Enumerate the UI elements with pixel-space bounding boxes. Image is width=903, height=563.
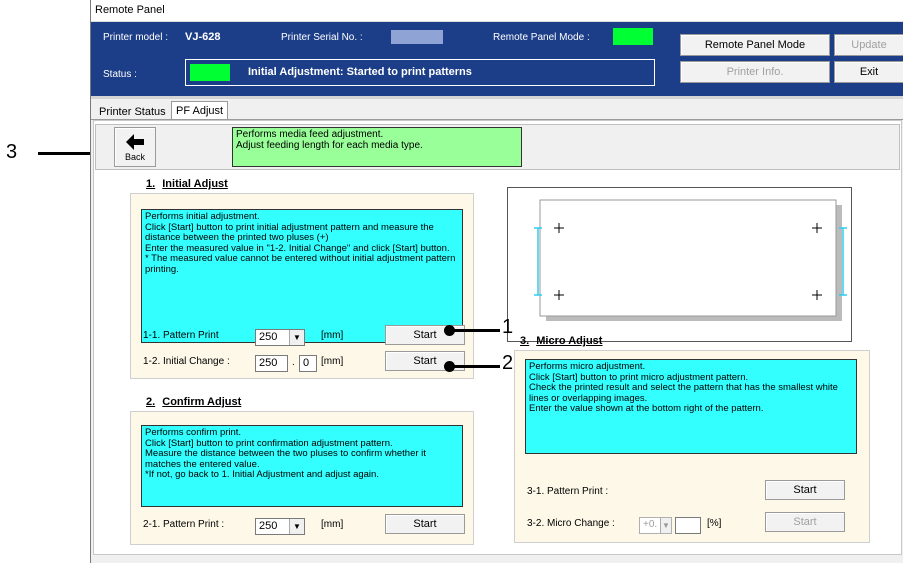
callout-3: 3 — [6, 141, 18, 163]
initial-change-dec-input[interactable]: 0 — [299, 355, 317, 372]
window-title: Remote Panel — [95, 4, 165, 16]
confirm-adjust-panel: Performs confirm print. Click [Start] bu… — [130, 411, 474, 545]
status-label: Status : — [103, 69, 137, 80]
micro-change-value: +0. — [643, 519, 658, 530]
callout-2-line — [448, 365, 500, 368]
remote-panel-mode-button[interactable]: Remote Panel Mode — [680, 34, 830, 56]
initial-adjust-number: 1. — [146, 178, 156, 190]
confirm-adjust-description: Performs confirm print. Click [Start] bu… — [141, 425, 463, 507]
initial-pattern-print-value: 250 — [259, 331, 278, 343]
title-bar: Remote Panel — [91, 0, 903, 22]
back-label: Back — [124, 152, 145, 162]
printer-info-bar: Printer model : VJ-628 Printer Serial No… — [91, 22, 903, 96]
separator — [91, 96, 903, 99]
initial-pattern-print-select[interactable]: 250 ▼ — [255, 329, 305, 346]
callout-1-line — [448, 329, 500, 332]
confirm-adjust-number: 2. — [146, 396, 156, 408]
back-button[interactable]: Back — [114, 127, 156, 167]
pf-adjust-page: Back Performs media feed adjustment. Adj… — [93, 120, 902, 555]
chevron-down-icon[interactable]: ▼ — [660, 518, 671, 533]
initial-adjust-title: 1. Initial Adjust — [146, 178, 228, 190]
status-frame: Initial Adjustment: Started to print pat… — [185, 59, 655, 86]
pattern-diagram — [507, 187, 852, 342]
initial-pattern-print-label: 1-1. Pattern Print — [143, 330, 219, 341]
confirm-pattern-print-value: 250 — [259, 520, 278, 532]
header-description: Performs media feed adjustment. Adjust f… — [232, 127, 522, 167]
serial-value-redacted — [391, 30, 443, 44]
initial-adjust-description: Performs initial adjustment. Click [Star… — [141, 209, 463, 343]
initial-adjust-panel: Performs initial adjustment. Click [Star… — [130, 193, 474, 379]
chevron-down-icon[interactable]: ▼ — [289, 519, 304, 534]
confirm-pattern-print-select[interactable]: 250 ▼ — [255, 518, 305, 535]
confirm-pattern-print-start-button[interactable]: Start — [385, 514, 465, 534]
callout-2: 2 — [502, 352, 514, 374]
micro-adjust-heading: Micro Adjust — [536, 335, 603, 347]
micro-adjust-title: 3. Micro Adjust — [520, 335, 602, 347]
micro-change-start-button[interactable]: Start — [765, 512, 845, 532]
micro-change-select[interactable]: +0. ▼ — [639, 517, 672, 534]
micro-change-unit: [%] — [707, 518, 722, 529]
initial-change-unit: [mm] — [321, 356, 344, 367]
printer-info-button[interactable]: Printer Info. — [680, 61, 830, 83]
confirm-adjust-heading: Confirm Adjust — [162, 396, 242, 408]
left-arrow-icon — [126, 134, 144, 150]
chevron-down-icon[interactable]: ▼ — [289, 330, 304, 345]
remote-mode-label: Remote Panel Mode : — [493, 32, 590, 43]
pattern-diagram-drawing — [534, 199, 847, 321]
status-text: Initial Adjustment: Started to print pat… — [248, 66, 472, 78]
serial-label: Printer Serial No. : — [281, 32, 363, 43]
status-indicator — [190, 64, 230, 81]
initial-change-label: 1-2. Initial Change : — [143, 356, 230, 367]
micro-adjust-description: Performs micro adjustment. Click [Start]… — [525, 359, 857, 454]
tab-pf-adjust[interactable]: PF Adjust — [171, 101, 229, 120]
confirm-pattern-print-label: 2-1. Pattern Print : — [143, 519, 225, 530]
micro-pattern-print-start-button[interactable]: Start — [765, 480, 845, 500]
initial-change-dot: . — [292, 357, 295, 368]
micro-change-input[interactable] — [675, 517, 701, 534]
header-strip: Back Performs media feed adjustment. Adj… — [95, 124, 900, 170]
update-button[interactable]: Update — [834, 34, 903, 56]
confirm-adjust-title: 2. Confirm Adjust — [146, 396, 241, 408]
micro-adjust-panel: Performs micro adjustment. Click [Start]… — [514, 350, 870, 543]
callout-1: 1 — [502, 316, 514, 338]
remote-mode-indicator — [613, 28, 653, 45]
exit-button[interactable]: Exit — [834, 61, 903, 83]
micro-change-label: 3-2. Micro Change : — [527, 518, 615, 529]
printer-model-label: Printer model : — [103, 32, 169, 43]
initial-pattern-print-unit: [mm] — [321, 330, 344, 341]
initial-change-int-input[interactable]: 250 — [255, 355, 288, 372]
confirm-pattern-print-unit: [mm] — [321, 519, 344, 530]
remote-panel-window: Remote Panel Printer model : VJ-628 Prin… — [90, 0, 903, 563]
micro-adjust-number: 3. — [520, 335, 530, 347]
initial-adjust-heading: Initial Adjust — [162, 178, 228, 190]
micro-pattern-print-label: 3-1. Pattern Print : — [527, 486, 609, 497]
printer-model-value: VJ-628 — [185, 31, 221, 43]
